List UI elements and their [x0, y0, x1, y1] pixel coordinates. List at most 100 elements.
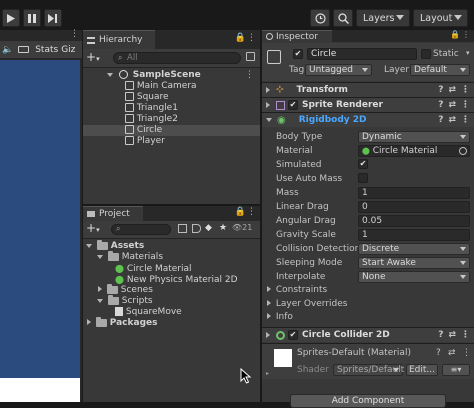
scene-row[interactable]: SampleScene ⋮ — [83, 70, 260, 81]
play-button[interactable] — [2, 9, 20, 27]
add-object-button[interactable]: +▾ — [86, 51, 100, 66]
search-by-label-icon[interactable] — [192, 224, 201, 233]
pause-button[interactable] — [23, 9, 41, 27]
shader-list-button[interactable]: ≡▾ — [442, 364, 470, 376]
edit-shader-button[interactable]: Edit... — [406, 364, 438, 376]
material-foldout-icon[interactable]: ▸ — [266, 370, 269, 377]
preset-icon[interactable]: ⇄ — [448, 100, 456, 110]
project-item-packages[interactable]: Packages — [83, 316, 260, 329]
layout-dropdown[interactable]: Layout — [413, 9, 468, 27]
static-dropdown-icon[interactable]: ▾ — [466, 49, 470, 57]
more-options-icon[interactable]: ⋮ — [462, 348, 471, 358]
collision-detection-dropdown[interactable]: Discrete — [358, 243, 470, 255]
hierarchy-item-triangle2[interactable]: Triangle2 — [83, 114, 260, 125]
static-checkbox[interactable] — [421, 49, 431, 59]
scene-canvas[interactable] — [0, 60, 80, 378]
chevron-down-icon — [86, 244, 92, 248]
preset-icon[interactable]: ⇄ — [448, 348, 456, 358]
sleeping-mode-dropdown[interactable]: Start Awake — [358, 257, 470, 269]
history-button[interactable] — [310, 9, 330, 27]
folder-icon — [95, 316, 107, 327]
add-component-button[interactable]: Add Component — [290, 394, 446, 408]
project-item-label: Packages — [109, 318, 158, 328]
lock-icon[interactable]: 🔒 — [235, 207, 246, 217]
project-search-input[interactable]: ⌕ — [111, 224, 171, 235]
use-auto-mass-checkbox[interactable] — [358, 173, 368, 183]
circle-collider2d-header[interactable]: ✔ Circle Collider 2D ? ⇄ ⋮ — [262, 327, 474, 342]
material-field[interactable]: ⬤ Circle Material — [358, 145, 470, 157]
gizmos-button[interactable]: Giz — [61, 45, 75, 55]
linear-drag-field[interactable]: 0 — [358, 201, 470, 213]
hierarchy-item-main-camera[interactable]: Main Camera — [83, 81, 260, 92]
more-options-icon[interactable]: ⋮ — [461, 100, 470, 110]
project-item-materials[interactable]: Materials — [83, 250, 260, 263]
project-item-scripts[interactable]: Scripts — [83, 294, 260, 307]
hierarchy-item-label: Circle — [136, 125, 163, 135]
more-options-icon[interactable]: ⋮ — [247, 33, 256, 43]
lock-icon[interactable]: 🔒 — [235, 33, 246, 43]
tag-icon[interactable]: ◆ — [205, 223, 212, 233]
constraints-foldout[interactable]: Constraints — [267, 285, 327, 295]
object-picker-icon[interactable] — [459, 147, 467, 155]
keyboard-icon[interactable] — [18, 46, 30, 53]
more-options-icon[interactable]: ⋮ — [461, 115, 470, 125]
hidden-packages-icon[interactable]: 👁21 — [232, 223, 252, 232]
interpolate-dropdown[interactable]: None — [358, 271, 470, 283]
gravity-scale-field[interactable]: 1 — [358, 229, 470, 241]
project-item-squaremove[interactable]: SquareMove — [83, 307, 260, 318]
help-icon[interactable]: ? — [436, 348, 441, 358]
step-button[interactable] — [44, 9, 62, 27]
create-asset-button[interactable]: +▾ — [86, 222, 100, 237]
lock-icon[interactable]: 🔒 — [450, 30, 460, 39]
layer-dropdown[interactable]: Default — [410, 64, 470, 76]
object-name-field[interactable]: Circle — [307, 48, 417, 60]
layer-overrides-foldout[interactable]: Layer Overrides — [267, 299, 347, 309]
project-panel: Project 🔒 ⋮ +▾ ⌕ ◆ ★ 👁21 Assets Material… — [83, 206, 260, 402]
preset-icon[interactable]: ⇄ — [448, 85, 456, 95]
component-header-icons: ? ⇄ ⋮ — [438, 330, 470, 340]
tab-inspector[interactable]: Inspector — [262, 30, 332, 42]
tab-hierarchy[interactable]: Hierarchy — [83, 30, 155, 49]
more-options-icon[interactable]: ⋮ — [462, 30, 470, 39]
more-options-icon[interactable]: ⋮ — [461, 85, 470, 95]
shader-dropdown[interactable]: Sprites/Default — [333, 364, 404, 376]
more-options-icon[interactable]: ⋮ — [461, 330, 470, 340]
more-options-icon[interactable]: ⋮ — [247, 207, 256, 217]
more-options-icon[interactable]: ⋮ — [70, 29, 79, 39]
stats-button[interactable]: Stats — [35, 45, 58, 55]
tab-project[interactable]: Project — [83, 206, 143, 221]
inspector-panel: Inspector 🔒 ⋮ ✔ Circle Static ▾ Tag Unta… — [262, 30, 474, 408]
more-options-icon[interactable]: ⋮ — [245, 70, 254, 81]
hierarchy-item-player[interactable]: Player — [83, 136, 260, 147]
tag-dropdown[interactable]: Untagged — [305, 64, 372, 76]
hierarchy-search-input[interactable]: ⌕ All — [113, 52, 241, 64]
rigidbody2d-header[interactable]: ◉ Rigidbody 2D ? ⇄ ⋮ — [262, 112, 474, 127]
hierarchy-item-triangle1[interactable]: Triangle1 — [83, 103, 260, 114]
sprite-renderer-header[interactable]: ✔ Sprite Renderer ? ⇄ ⋮ — [262, 97, 474, 112]
mass-field[interactable]: 1 — [358, 187, 470, 199]
help-icon[interactable]: ? — [438, 85, 443, 95]
angular-drag-label: Angular Drag — [276, 216, 336, 226]
preset-icon[interactable]: ⇄ — [448, 330, 456, 340]
layers-dropdown[interactable]: Layers — [356, 9, 410, 27]
simulated-checkbox[interactable]: ✔ — [358, 159, 368, 169]
hierarchy-item-square[interactable]: Square — [83, 92, 260, 103]
sprite-renderer-enabled-checkbox[interactable]: ✔ — [288, 100, 298, 110]
hierarchy-item-circle[interactable]: Circle — [83, 125, 260, 136]
active-checkbox[interactable]: ✔ — [293, 49, 303, 59]
audio-icon[interactable]: 🔈 — [2, 45, 13, 55]
info-foldout[interactable]: Info — [267, 312, 293, 322]
project-item-circle-material[interactable]: ⬤ Circle Material — [83, 263, 260, 274]
help-icon[interactable]: ? — [438, 330, 443, 340]
preset-icon[interactable]: ⇄ — [448, 115, 456, 125]
search-button[interactable] — [333, 9, 353, 27]
help-icon[interactable]: ? — [438, 115, 443, 125]
help-icon[interactable]: ? — [438, 100, 443, 110]
circle-collider-enabled-checkbox[interactable]: ✔ — [288, 330, 298, 340]
favorite-icon[interactable]: ★ — [219, 223, 227, 233]
body-type-dropdown[interactable]: Dynamic — [358, 131, 470, 143]
search-by-type-icon[interactable] — [178, 224, 187, 233]
transform-header[interactable]: ⊹ Transform ? ⇄ ⋮ — [262, 82, 474, 97]
angular-drag-field[interactable]: 0.05 — [358, 215, 470, 227]
filter-icon[interactable] — [246, 52, 255, 61]
